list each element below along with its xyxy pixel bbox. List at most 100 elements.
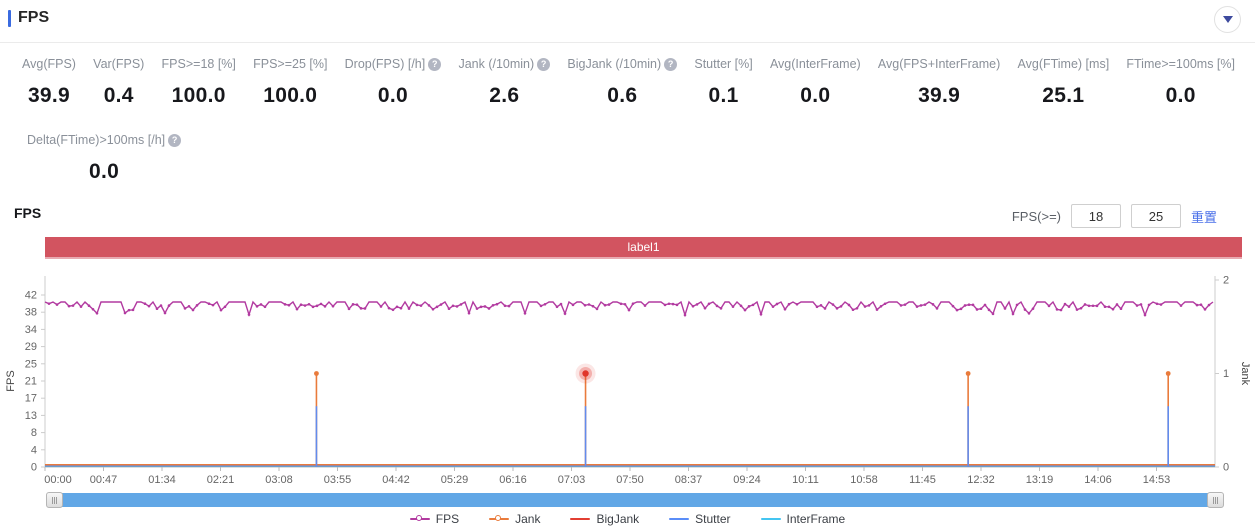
svg-text:0: 0 <box>31 462 37 474</box>
page-title: FPS <box>18 9 49 27</box>
svg-text:17: 17 <box>25 393 37 405</box>
metric-label-text: BigJank (/10min) <box>567 57 661 71</box>
metric-label: FPS>=25 [%] <box>253 57 327 71</box>
legend-item-fps[interactable]: FPS <box>410 512 459 526</box>
svg-text:13: 13 <box>25 410 37 422</box>
svg-text:25: 25 <box>25 358 37 370</box>
reset-button[interactable]: 重置 <box>1191 207 1217 226</box>
metric-label-text: FPS>=18 [%] <box>162 57 236 71</box>
chart-zoom-scrollbar[interactable] <box>48 493 1222 507</box>
metric-label-text: Jank (/10min) <box>458 57 534 71</box>
metric-value: 100.0 <box>253 84 327 108</box>
collapse-button[interactable] <box>1214 6 1241 33</box>
panel-header: FPS <box>0 8 1255 36</box>
legend-item-bigjank[interactable]: BigJank <box>570 512 639 526</box>
legend-item-jank[interactable]: Jank <box>489 512 540 526</box>
metric-value: 0.0 <box>27 160 181 184</box>
metric-avg-ftime-ms-: Avg(FTime) [ms] 25.1 <box>1018 57 1110 108</box>
chevron-down-icon <box>1223 16 1233 23</box>
svg-text:4: 4 <box>31 444 37 456</box>
svg-text:13:19: 13:19 <box>1026 474 1054 486</box>
legend-label: FPS <box>436 512 459 526</box>
metric-value: 0.4 <box>93 84 144 108</box>
fps-min-input[interactable] <box>1071 204 1121 228</box>
svg-text:11:45: 11:45 <box>909 474 936 486</box>
legend-marker-icon <box>489 514 509 524</box>
metric-label: Avg(FTime) [ms] <box>1018 57 1110 71</box>
metric-label: Delta(FTime)>100ms [/h]? <box>27 133 181 147</box>
legend-label: Stutter <box>695 512 730 526</box>
svg-text:09:24: 09:24 <box>733 474 761 486</box>
chart-title: FPS <box>14 205 41 221</box>
metric-var-fps-: Var(FPS) 0.4 <box>93 57 144 108</box>
legend-marker-icon <box>410 514 430 524</box>
help-icon[interactable]: ? <box>664 58 677 71</box>
fps-threshold-filter: FPS(>=) 重置 <box>1012 204 1217 228</box>
svg-text:03:55: 03:55 <box>324 474 352 486</box>
svg-text:03:08: 03:08 <box>265 474 293 486</box>
metric-label-text: Var(FPS) <box>93 57 144 71</box>
svg-text:29: 29 <box>25 341 37 353</box>
fps-chart-canvas[interactable]: 4238342925211713840210FPSJank00:0000:470… <box>0 262 1255 492</box>
metric-label-text: Avg(FPS+InterFrame) <box>878 57 1000 71</box>
metric-label: Avg(InterFrame) <box>770 57 861 71</box>
fps-max-input[interactable] <box>1131 204 1181 228</box>
svg-text:00:47: 00:47 <box>90 474 118 486</box>
metric-label-text: Avg(InterFrame) <box>770 57 861 71</box>
svg-text:10:58: 10:58 <box>850 474 878 486</box>
svg-text:2: 2 <box>1223 275 1229 287</box>
accent-bar <box>8 10 11 27</box>
legend-marker-icon <box>761 514 781 524</box>
metric-delta-ftime-100ms-h-: Delta(FTime)>100ms [/h]? 0.0 <box>27 133 181 184</box>
svg-text:14:06: 14:06 <box>1084 474 1112 486</box>
metric-label: Stutter [%] <box>694 57 752 71</box>
svg-text:07:50: 07:50 <box>616 474 644 486</box>
metric-jank-10min-: Jank (/10min)? 2.6 <box>458 57 550 108</box>
help-icon[interactable]: ? <box>168 134 181 147</box>
metric-value: 2.6 <box>458 84 550 108</box>
svg-text:10:11: 10:11 <box>792 474 819 486</box>
metric-fps-25-: FPS>=25 [%] 100.0 <box>253 57 327 108</box>
svg-text:01:34: 01:34 <box>148 474 176 486</box>
metric-value: 25.1 <box>1018 84 1110 108</box>
metric-value: 39.9 <box>878 84 1000 108</box>
chart-legend: FPS Jank BigJank Stutter InterFrame <box>0 512 1255 526</box>
banner-label: label1 <box>627 240 659 254</box>
svg-text:42: 42 <box>25 290 37 302</box>
metric-bigjank-10min-: BigJank (/10min)?0.6 <box>567 57 677 108</box>
metric-label: Avg(FPS+InterFrame) <box>878 57 1000 71</box>
metric-value: 0.1 <box>694 84 752 108</box>
svg-text:0: 0 <box>1223 462 1229 474</box>
help-icon[interactable]: ? <box>537 58 550 71</box>
metric-label: Avg(FPS) <box>22 57 76 71</box>
legend-label: Jank <box>515 512 540 526</box>
metric-value: 0.0 <box>1126 84 1235 108</box>
scrollbar-left-handle[interactable] <box>46 492 63 508</box>
svg-text:Jank: Jank <box>1239 362 1251 386</box>
metric-label-text: Avg(FTime) [ms] <box>1018 57 1110 71</box>
help-icon[interactable]: ? <box>428 58 441 71</box>
metric-value: 0.0 <box>770 84 861 108</box>
scrollbar-right-handle[interactable] <box>1207 492 1224 508</box>
metrics-row-1: Avg(FPS)39.9Var(FPS)0.4FPS>=18 [%]100.0F… <box>22 57 1235 108</box>
metric-label-text: FPS>=25 [%] <box>253 57 327 71</box>
metric-label: Var(FPS) <box>93 57 144 71</box>
metric-label-text: Delta(FTime)>100ms [/h] <box>27 133 165 147</box>
svg-text:04:42: 04:42 <box>382 474 410 486</box>
svg-text:05:29: 05:29 <box>441 474 469 486</box>
legend-item-stutter[interactable]: Stutter <box>669 512 730 526</box>
svg-text:8: 8 <box>31 427 37 439</box>
label-banner: label1 <box>45 237 1242 259</box>
metric-value: 0.0 <box>345 84 442 108</box>
metric-avg-fps-interframe-: Avg(FPS+InterFrame) 39.9 <box>878 57 1000 108</box>
svg-text:21: 21 <box>25 376 37 388</box>
metric-ftime-100ms-: FTime>=100ms [%]0.0 <box>1126 57 1235 108</box>
metric-label: FPS>=18 [%] <box>162 57 236 71</box>
fps-dashboard-panel: FPS Avg(FPS) 39.9 Var(FPS) 0.4 FPS>=18 [%] 10… <box>0 0 1255 531</box>
svg-text:08:37: 08:37 <box>675 474 703 486</box>
metric-label-text: Avg(FPS) <box>22 57 76 71</box>
metric-value: 100.0 <box>162 84 236 108</box>
svg-text:14:53: 14:53 <box>1143 474 1171 486</box>
legend-item-interframe[interactable]: InterFrame <box>761 512 846 526</box>
metric-label: Jank (/10min)? <box>458 57 550 71</box>
